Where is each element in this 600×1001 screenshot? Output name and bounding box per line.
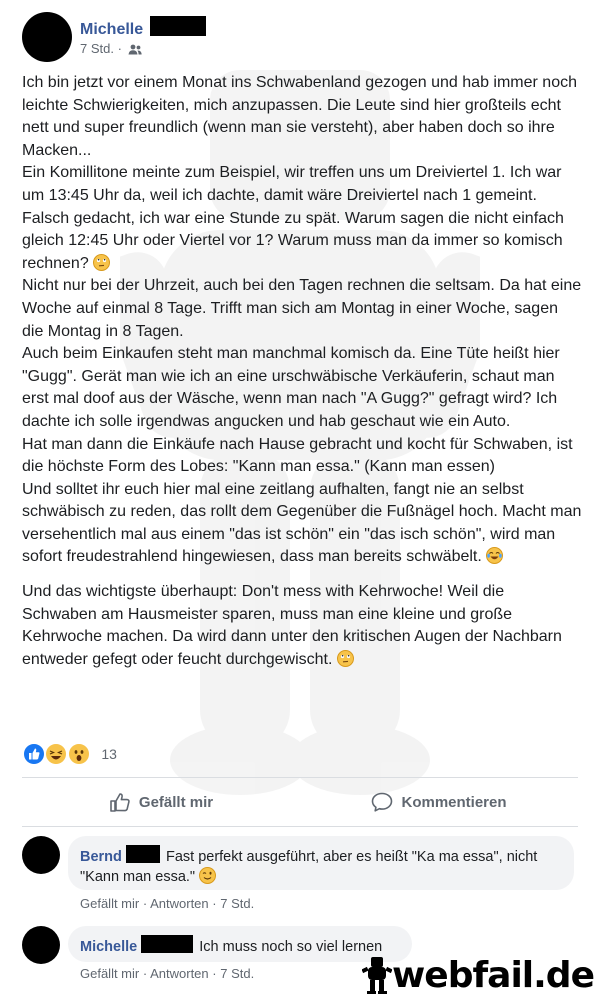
meta-separator: · xyxy=(142,896,148,911)
meta-separator: · xyxy=(212,966,217,981)
like-reaction-icon xyxy=(22,742,46,766)
friends-icon xyxy=(128,43,142,58)
webfail-brand: webfail.de xyxy=(362,953,595,997)
comment-button[interactable]: Kommentieren xyxy=(300,780,578,824)
post-meta: 7 Std. · xyxy=(80,41,142,58)
comment-reply-link[interactable]: Antworten xyxy=(150,966,209,981)
post-paragraph: Nicht nur bei der Uhrzeit, auch bei den … xyxy=(22,277,582,340)
comment-bubble: Michelle Ich muss noch so viel lernen xyxy=(68,926,412,962)
comment-author[interactable]: Bernd xyxy=(80,849,122,865)
meta-separator: · xyxy=(142,966,148,981)
avatar[interactable] xyxy=(22,836,60,874)
comment-like-link[interactable]: Gefällt mir xyxy=(80,896,139,911)
eye-roll-emoji-icon xyxy=(336,649,354,667)
post-paragraph: Ich bin jetzt vor einem Monat ins Schwab… xyxy=(22,74,577,159)
reaction-summary[interactable]: 13 xyxy=(22,742,117,766)
webfail-logo-text: webfail.de xyxy=(392,954,595,996)
post-paragraph: Hat man dann die Einkäufe nach Hause geb… xyxy=(22,435,573,476)
comment-author[interactable]: Michelle xyxy=(80,939,137,955)
post-paragraph: Ein Komillitone meinte zum Beispiel, wir… xyxy=(22,164,564,272)
meta-separator: · xyxy=(212,896,217,911)
post-body: Ich bin jetzt vor einem Monat ins Schwab… xyxy=(22,72,582,671)
redacted-name xyxy=(141,935,194,953)
post-actions: Gefällt mir Kommentieren xyxy=(22,780,578,824)
comment-label: Kommentieren xyxy=(401,793,507,811)
meta-separator: · xyxy=(117,41,122,56)
comment-meta: Gefällt mir · Antworten · 7 Std. xyxy=(80,896,254,911)
post-paragraph: Auch beim Einkaufen steht man manchmal k… xyxy=(22,345,560,430)
comment-time[interactable]: 7 Std. xyxy=(220,896,254,911)
wink-emoji-icon xyxy=(199,867,217,884)
thumbs-up-icon xyxy=(110,793,130,812)
post-author[interactable]: Michelle xyxy=(80,16,206,39)
reaction-count[interactable]: 13 xyxy=(101,746,117,762)
avatar[interactable] xyxy=(22,926,60,964)
comment-reply-link[interactable]: Antworten xyxy=(150,896,209,911)
avatar[interactable] xyxy=(22,12,72,62)
redacted-name xyxy=(125,845,160,863)
comment-like-link[interactable]: Gefällt mir xyxy=(80,966,139,981)
author-name[interactable]: Michelle xyxy=(80,21,143,38)
post-paragraph: Und das wichtigste überhaupt: Don't mess… xyxy=(22,583,562,668)
eye-roll-emoji-icon xyxy=(93,253,111,271)
haha-reaction-icon xyxy=(44,742,69,766)
comment-bubble: Bernd Fast perfekt ausgeführt, aber es h… xyxy=(68,836,574,890)
divider xyxy=(22,826,578,827)
webfail-mascot-logo xyxy=(362,957,393,994)
comment-time[interactable]: 7 Std. xyxy=(220,966,254,981)
divider xyxy=(22,777,578,778)
tears-of-joy-emoji-icon xyxy=(486,547,504,565)
post-time[interactable]: 7 Std. xyxy=(80,41,114,56)
like-button[interactable]: Gefällt mir xyxy=(22,780,300,824)
redacted-name xyxy=(149,16,206,36)
comment-text: Ich muss noch so viel lernen xyxy=(199,939,383,955)
like-label: Gefällt mir xyxy=(138,793,214,811)
comment-meta: Gefällt mir · Antworten · 7 Std. xyxy=(80,966,254,981)
comment-icon xyxy=(372,792,393,812)
wow-reaction-icon xyxy=(66,742,91,766)
post-paragraph: Und solltet ihr euch hier mal eine zeitl… xyxy=(22,480,582,566)
